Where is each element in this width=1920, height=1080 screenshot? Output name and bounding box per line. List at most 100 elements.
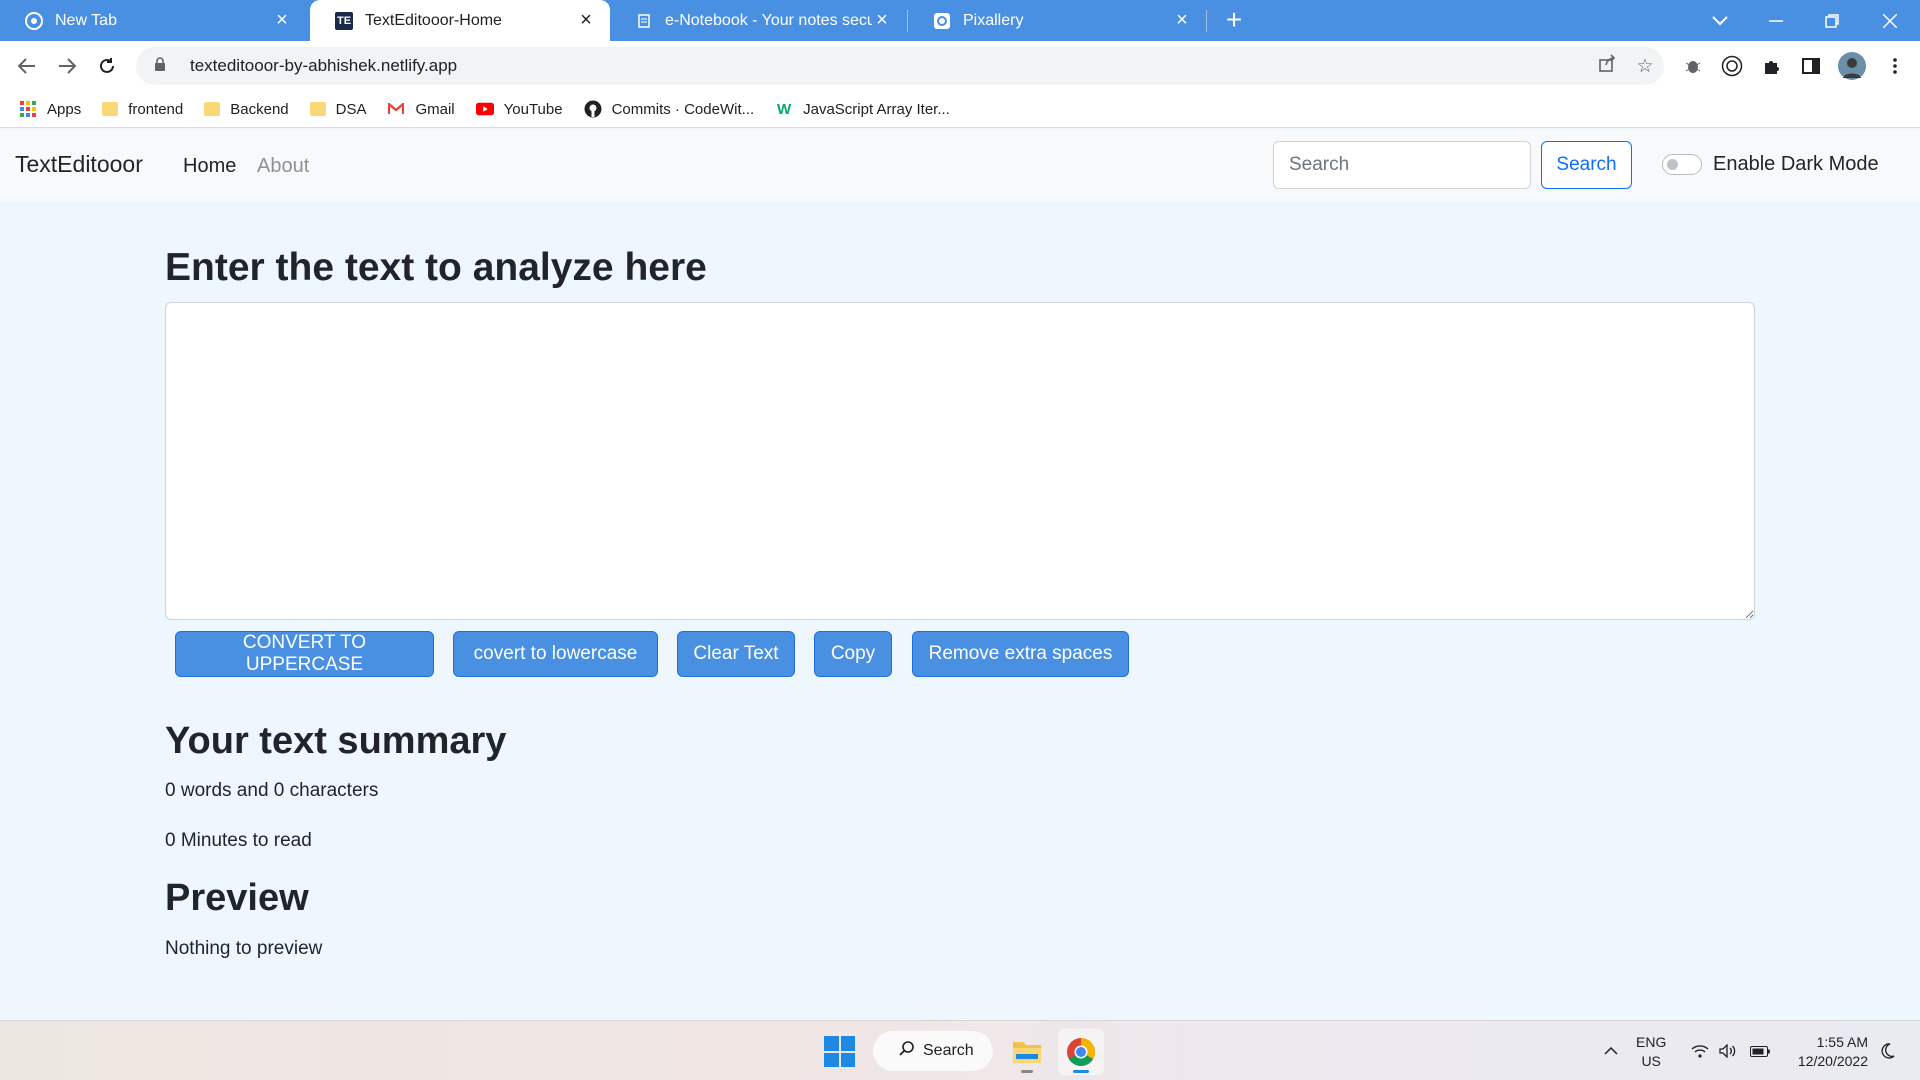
windows-taskbar: Search ENG US 1:55 AM 12/20/2022 — [0, 1020, 1920, 1080]
url-text[interactable]: texteditooor-by-abhishek.netlify.app — [190, 56, 1588, 76]
bookmark-star-icon[interactable]: ☆ — [1626, 55, 1664, 78]
profile-avatar[interactable] — [1838, 52, 1866, 80]
reload-icon[interactable] — [89, 49, 125, 83]
share-icon[interactable] — [1588, 54, 1626, 78]
dark-mode-label[interactable]: Enable Dark Mode — [1713, 153, 1879, 176]
focus-moon-icon[interactable] — [1877, 1021, 1899, 1080]
language-code: ENG — [1636, 1034, 1667, 1050]
close-tab-icon[interactable]: × — [272, 9, 292, 32]
clock-date: 12/20/2022 — [1797, 1053, 1868, 1069]
w3schools-icon: W — [777, 100, 792, 118]
input-language-indicator[interactable]: ENG US — [1636, 1033, 1666, 1071]
app-brand[interactable]: TextEditooor — [15, 151, 143, 178]
file-explorer-button[interactable] — [1004, 1029, 1050, 1075]
gmail-icon — [387, 100, 405, 118]
folder-icon — [102, 102, 119, 116]
bookmark-frontend[interactable]: frontend — [102, 101, 183, 118]
clear-text-button[interactable]: Clear Text — [677, 631, 795, 677]
bookmark-apps[interactable]: Apps — [19, 100, 81, 118]
volume-icon[interactable] — [1717, 1021, 1739, 1080]
show-hidden-icons-chevron-icon[interactable] — [1600, 1021, 1622, 1080]
chrome-taskbar-button[interactable] — [1058, 1029, 1104, 1075]
browser-toolbar: texteditooor-by-abhishek.netlify.app ☆ — [0, 41, 1920, 91]
forward-arrow-icon[interactable] — [49, 49, 85, 83]
close-tab-icon[interactable]: × — [1172, 9, 1192, 32]
bug-extension-icon[interactable] — [1680, 53, 1706, 79]
read-time: 0 Minutes to read — [165, 830, 312, 851]
active-indicator — [1073, 1070, 1089, 1073]
search-input[interactable] — [1273, 141, 1531, 189]
taskbar-search-label: Search — [923, 1042, 974, 1059]
bookmark-youtube[interactable]: YouTube — [475, 100, 563, 118]
tab-title: New Tab — [55, 11, 117, 29]
close-tab-icon[interactable]: × — [872, 9, 892, 32]
bookmark-gmail[interactable]: Gmail — [387, 100, 455, 118]
new-tab-button[interactable]: + — [1218, 4, 1250, 36]
tab-pixallery[interactable]: Pixallery × — [908, 0, 1206, 41]
bookmark-label: frontend — [128, 100, 184, 118]
battery-icon[interactable] — [1748, 1021, 1772, 1080]
texteditooor-favicon: TE — [335, 11, 353, 30]
wifi-icon[interactable] — [1689, 1021, 1711, 1080]
tab-separator — [1206, 10, 1207, 32]
convert-lowercase-button[interactable]: covert to lowercase — [453, 631, 658, 677]
toggle-knob — [1667, 159, 1678, 170]
close-tab-icon[interactable]: × — [576, 9, 596, 32]
bookmark-javascript-array[interactable]: W JavaScript Array Iter... — [775, 100, 950, 118]
bookmark-label: DSA — [335, 100, 367, 118]
copy-button[interactable]: Copy — [814, 631, 892, 677]
kebab-menu-icon[interactable] — [1882, 53, 1908, 79]
browser-tab-strip: New Tab × TE TextEditooor-Home × e-Noteb… — [0, 0, 1920, 41]
system-clock[interactable]: 1:55 AM 12/20/2022 — [1780, 1033, 1868, 1071]
lock-icon[interactable] — [154, 57, 174, 75]
app-navbar: TextEditooor Home About Search Enable Da… — [0, 129, 1920, 201]
tab-search-chevron-icon[interactable] — [1692, 0, 1748, 41]
dark-mode-toggle[interactable] — [1662, 154, 1702, 175]
bookmark-dsa[interactable]: DSA — [309, 100, 367, 118]
bookmark-commits[interactable]: Commits · CodeWit... — [584, 100, 755, 118]
youtube-icon — [475, 100, 494, 118]
text-input-area[interactable] — [165, 302, 1755, 620]
folder-icon — [204, 102, 221, 116]
windows-start-icon[interactable] — [824, 1036, 855, 1067]
taskbar-search[interactable]: Search — [873, 1031, 993, 1071]
word-character-count: 0 words and 0 characters — [165, 780, 379, 801]
back-arrow-icon[interactable] — [9, 49, 45, 83]
preview-heading: Preview — [165, 877, 309, 919]
tab-new-tab[interactable]: New Tab × — [0, 0, 306, 41]
pixallery-icon — [933, 12, 951, 30]
notebook-icon — [635, 12, 653, 30]
bookmark-label: Apps — [47, 100, 82, 118]
page-heading: Enter the text to analyze here — [165, 246, 707, 289]
bookmarks-bar: Apps frontend Backend DSA Gmail YouTube … — [0, 91, 1920, 128]
github-icon — [584, 100, 602, 118]
bookmark-label: JavaScript Array Iter... — [803, 100, 950, 118]
nav-link-about[interactable]: About — [257, 155, 309, 178]
clock-time: 1:55 AM — [1816, 1034, 1868, 1050]
restore-window-icon[interactable] — [1804, 0, 1860, 41]
close-window-icon[interactable] — [1862, 0, 1918, 41]
bookmark-label: Gmail — [415, 100, 455, 118]
chrome-icon — [25, 11, 43, 30]
puzzle-extensions-icon[interactable] — [1759, 53, 1785, 79]
circle-extension-icon[interactable] — [1719, 53, 1745, 79]
apps-grid-icon — [19, 100, 37, 118]
bookmark-label: Commits · CodeWit... — [611, 100, 755, 118]
remove-extra-spaces-button[interactable]: Remove extra spaces — [912, 631, 1129, 677]
convert-uppercase-button[interactable]: CONVERT TO UPPERCASE — [175, 631, 434, 677]
summary-heading: Your text summary — [165, 720, 507, 762]
preview-text: Nothing to preview — [165, 938, 323, 959]
tab-texteditooor[interactable]: TE TextEditooor-Home × — [310, 0, 610, 41]
side-panel-icon[interactable] — [1798, 53, 1824, 79]
tab-title: TextEditooor-Home — [365, 11, 502, 29]
address-bar[interactable]: texteditooor-by-abhishek.netlify.app ☆ — [136, 47, 1664, 85]
tab-e-notebook[interactable]: e-Notebook - Your notes secured × — [610, 0, 906, 41]
search-button[interactable]: Search — [1541, 141, 1632, 189]
minimize-window-icon[interactable] — [1748, 0, 1804, 41]
nav-link-home[interactable]: Home — [183, 155, 236, 178]
folder-icon — [1013, 1042, 1041, 1063]
bookmark-backend[interactable]: Backend — [204, 100, 289, 118]
search-icon — [899, 1040, 915, 1062]
bookmark-label: Backend — [230, 100, 289, 118]
region-code: US — [1641, 1053, 1661, 1069]
